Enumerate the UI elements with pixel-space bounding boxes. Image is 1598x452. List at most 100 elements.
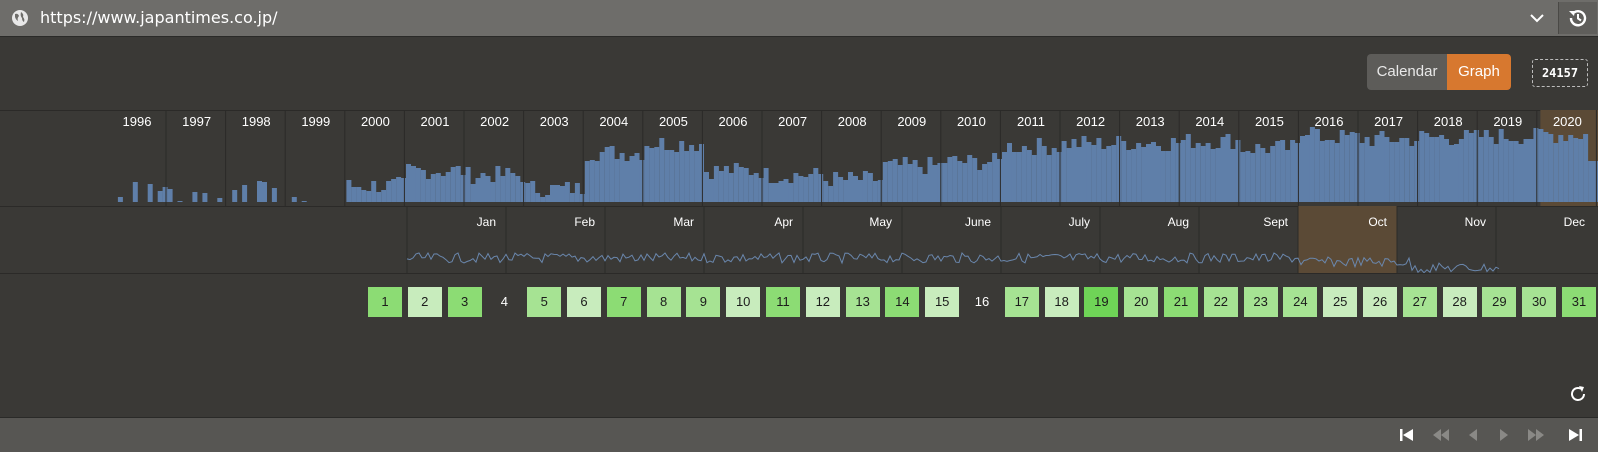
year-capture-bar xyxy=(376,192,382,202)
year-capture-bar xyxy=(1374,135,1380,202)
year-graph[interactable]: 1996 1997 1998 1999 2000 2001 2002 2003 2004 2005… xyxy=(0,110,1598,206)
year-label[interactable]: 2003 xyxy=(540,114,569,129)
year-capture-bar xyxy=(490,182,496,202)
year-label[interactable]: 2014 xyxy=(1195,114,1224,129)
year-capture-bar xyxy=(743,168,749,202)
day-2[interactable]: 2 xyxy=(407,287,442,317)
year-label[interactable]: 2012 xyxy=(1076,114,1105,129)
year-label[interactable]: 2009 xyxy=(897,114,926,129)
day-14[interactable]: 14 xyxy=(885,287,920,317)
year-label[interactable]: 1999 xyxy=(301,114,330,129)
graph-button[interactable]: Graph xyxy=(1447,54,1511,90)
month-label[interactable]: May xyxy=(869,215,892,229)
year-capture-bar xyxy=(1493,144,1499,202)
url-bar: https://www.japantimes.co.jp/ xyxy=(0,0,1598,37)
year-label[interactable]: 1998 xyxy=(242,114,271,129)
next-icon[interactable] xyxy=(1494,426,1514,444)
month-label[interactable]: Nov xyxy=(1465,215,1486,229)
day-30[interactable]: 30 xyxy=(1522,287,1557,317)
year-capture-bar xyxy=(1339,130,1345,202)
year-label[interactable]: 2005 xyxy=(659,114,688,129)
day-17[interactable]: 17 xyxy=(1004,287,1039,317)
day-26[interactable]: 26 xyxy=(1363,287,1397,317)
year-capture-bar xyxy=(972,158,978,202)
year-label[interactable]: 2018 xyxy=(1434,114,1463,129)
first-icon[interactable] xyxy=(1397,426,1417,444)
day-3[interactable]: 3 xyxy=(447,287,482,317)
day-6[interactable]: 6 xyxy=(567,287,601,317)
day-19[interactable]: 19 xyxy=(1084,287,1119,317)
month-label[interactable]: Jan xyxy=(477,215,496,229)
year-capture-bar xyxy=(629,156,635,202)
year-label[interactable]: 2001 xyxy=(421,114,450,129)
year-label[interactable]: 2019 xyxy=(1493,114,1522,129)
day-28[interactable]: 28 xyxy=(1442,287,1477,317)
prev-icon[interactable] xyxy=(1463,426,1483,444)
year-label[interactable]: 2017 xyxy=(1374,114,1403,129)
url-text[interactable]: https://www.japantimes.co.jp/ xyxy=(40,8,278,27)
year-capture-bar xyxy=(520,182,526,202)
year-capture-bar xyxy=(1086,142,1092,202)
year-label[interactable]: 2010 xyxy=(957,114,986,129)
year-capture-bar xyxy=(465,167,471,202)
day-25[interactable]: 25 xyxy=(1323,287,1358,317)
month-graph[interactable]: Jan Feb Mar Apr May June July Aug Sept Oct Nov Dec xyxy=(0,206,1598,274)
month-label[interactable]: July xyxy=(1069,215,1090,229)
day-1[interactable]: 1 xyxy=(368,287,402,317)
month-label[interactable]: Dec xyxy=(1564,215,1585,229)
day-7[interactable]: 7 xyxy=(606,287,641,317)
year-label[interactable]: 1997 xyxy=(182,114,211,129)
year-capture-bar xyxy=(694,151,700,202)
year-label[interactable]: 2020 xyxy=(1553,114,1582,129)
year-label[interactable]: 2007 xyxy=(778,114,807,129)
month-label[interactable]: Sept xyxy=(1263,215,1288,229)
month-label[interactable]: Feb xyxy=(574,215,595,229)
fast-forward-icon[interactable] xyxy=(1526,426,1546,444)
day-18[interactable]: 18 xyxy=(1044,287,1079,317)
year-label[interactable]: 2006 xyxy=(719,114,748,129)
day-9[interactable]: 9 xyxy=(686,287,721,317)
year-label[interactable]: 2011 xyxy=(1017,114,1045,129)
day-27[interactable]: 27 xyxy=(1402,287,1437,317)
day-31[interactable]: 31 xyxy=(1562,287,1596,317)
year-capture-bar xyxy=(1046,155,1052,202)
day-11[interactable]: 11 xyxy=(766,287,800,317)
year-capture-bar xyxy=(1255,144,1261,202)
year-label[interactable]: 2013 xyxy=(1136,114,1165,129)
year-label[interactable]: 2008 xyxy=(838,114,867,129)
rewind-icon[interactable] xyxy=(1431,426,1451,444)
day-13[interactable]: 13 xyxy=(845,287,880,317)
year-capture-bar xyxy=(1091,145,1097,202)
day-21[interactable]: 21 xyxy=(1164,287,1198,317)
year-capture-bar xyxy=(967,155,973,202)
year-capture-bar xyxy=(346,180,352,202)
year-capture-bar xyxy=(713,166,719,202)
day-22[interactable]: 22 xyxy=(1203,287,1238,317)
month-label[interactable]: Aug xyxy=(1168,215,1189,229)
day-10[interactable]: 10 xyxy=(726,287,761,317)
day-20[interactable]: 20 xyxy=(1124,287,1159,317)
month-label[interactable]: Oct xyxy=(1368,215,1387,229)
month-label[interactable]: Apr xyxy=(774,215,793,229)
last-icon[interactable] xyxy=(1565,426,1585,444)
year-label[interactable]: 2000 xyxy=(361,114,390,129)
month-label[interactable]: June xyxy=(965,215,991,229)
month-label[interactable]: Mar xyxy=(673,215,694,229)
year-label[interactable]: 2004 xyxy=(599,114,628,129)
day-23[interactable]: 23 xyxy=(1243,287,1278,317)
refresh-icon[interactable] xyxy=(1568,384,1588,404)
chevron-down-icon[interactable] xyxy=(1528,9,1546,27)
day-8[interactable]: 8 xyxy=(646,287,681,317)
year-label[interactable]: 1996 xyxy=(123,114,152,129)
day-29[interactable]: 29 xyxy=(1482,287,1517,317)
history-button[interactable] xyxy=(1558,2,1597,34)
day-12[interactable]: 12 xyxy=(805,287,840,317)
year-label[interactable]: 2015 xyxy=(1255,114,1284,129)
year-capture-bar xyxy=(952,156,958,202)
day-5[interactable]: 5 xyxy=(527,287,562,317)
day-15[interactable]: 15 xyxy=(925,287,960,317)
year-label[interactable]: 2002 xyxy=(480,114,509,129)
day-24[interactable]: 24 xyxy=(1283,287,1318,317)
year-label[interactable]: 2016 xyxy=(1315,114,1344,129)
calendar-button[interactable]: Calendar xyxy=(1367,54,1447,90)
